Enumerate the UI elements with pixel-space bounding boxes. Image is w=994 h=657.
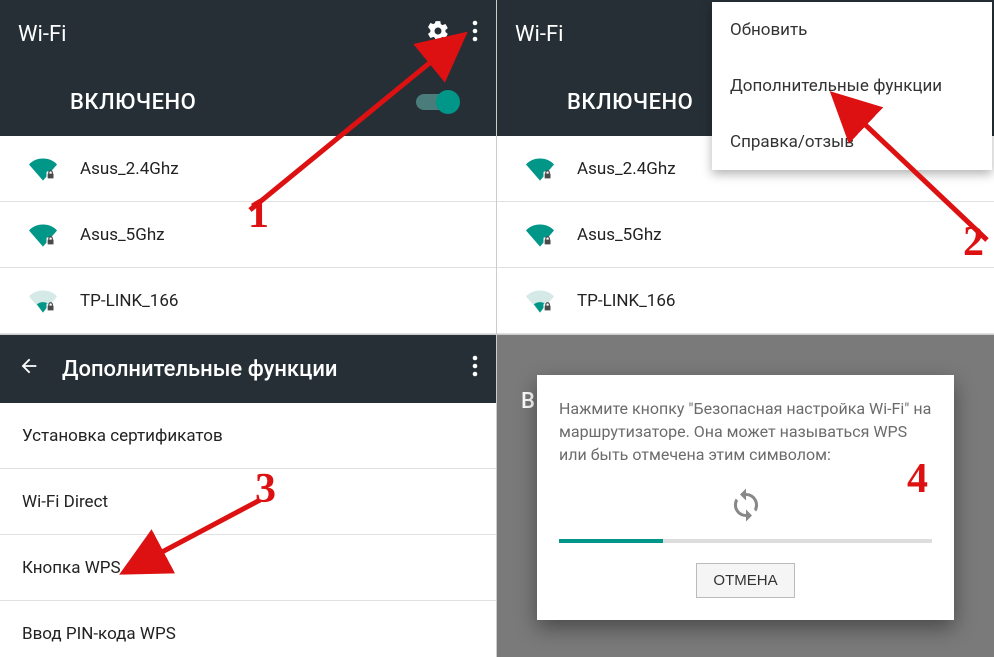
wifi-signal-icon: [515, 155, 565, 183]
panel-step-4: В Нажмите кнопку "Безопасная настройка W…: [497, 335, 994, 657]
back-icon[interactable]: [18, 355, 40, 383]
behind-dialog-text: В: [521, 389, 535, 414]
panel-step-3: Дополнительные функции Установка сертифи…: [0, 335, 497, 657]
annotation-step-number: 1: [248, 190, 269, 238]
advanced-options-list: Установка сертификатов Wi-Fi Direct Кноп…: [0, 403, 496, 657]
wifi-network-row[interactable]: TP-LINK_166: [0, 268, 496, 334]
option-install-certificates[interactable]: Установка сертификатов: [0, 403, 496, 469]
dialog-message: Нажмите кнопку "Безопасная настройка Wi-…: [559, 397, 932, 467]
wifi-toggle[interactable]: [416, 94, 456, 110]
wps-icon: [559, 467, 932, 539]
wifi-signal-icon: [515, 287, 565, 315]
more-icon[interactable]: [472, 355, 478, 383]
wifi-network-name: TP-LINK_166: [80, 291, 178, 311]
wifi-master-toggle-row[interactable]: ВКЛЮЧЕНО: [0, 68, 496, 136]
option-wifi-direct[interactable]: Wi-Fi Direct: [0, 469, 496, 535]
wifi-signal-icon: [515, 221, 565, 249]
wifi-signal-icon: [18, 287, 68, 315]
menu-item-help[interactable]: Справка/отзыв: [712, 114, 992, 170]
cancel-button[interactable]: ОТМЕНА: [696, 563, 794, 598]
annotation-step-number: 2: [963, 218, 984, 266]
wifi-network-name: Asus_5Ghz: [577, 225, 662, 245]
option-wps-button[interactable]: Кнопка WPS: [0, 535, 496, 601]
menu-item-advanced[interactable]: Дополнительные функции: [712, 58, 992, 114]
wifi-network-row[interactable]: Asus_5Ghz: [497, 202, 994, 268]
screen-title: Wi-Fi: [18, 22, 404, 47]
wifi-network-name: Asus_5Ghz: [80, 225, 165, 245]
option-wps-pin[interactable]: Ввод PIN-кода WPS: [0, 601, 496, 657]
more-icon[interactable]: [472, 20, 478, 48]
wifi-signal-icon: [18, 155, 68, 183]
advanced-header: Дополнительные функции: [0, 335, 496, 403]
panel-step-1: Wi-Fi ВКЛЮЧЕНО Asus_2.4Ghz Asus_5Ghz: [0, 0, 497, 335]
wifi-network-name: TP-LINK_166: [577, 291, 675, 311]
wps-dialog: Нажмите кнопку "Безопасная настройка Wi-…: [537, 375, 954, 620]
overflow-menu: Обновить Дополнительные функции Справка/…: [712, 2, 992, 170]
wifi-network-name: Asus_2.4Ghz: [577, 159, 676, 179]
annotation-step-number: 3: [255, 465, 276, 513]
panel-step-2: Wi-Fi ВКЛЮЧЕНО Asus_2.4Ghz Asus_5Ghz TP-…: [497, 0, 994, 335]
menu-item-refresh[interactable]: Обновить: [712, 2, 992, 58]
wifi-enabled-label: ВКЛЮЧЕНО: [40, 90, 416, 115]
progress-bar-fill: [559, 539, 663, 543]
wifi-header: Wi-Fi: [0, 0, 496, 68]
wifi-signal-icon: [18, 221, 68, 249]
progress-bar: [559, 539, 932, 543]
wifi-network-row[interactable]: TP-LINK_166: [497, 268, 994, 334]
gear-icon[interactable]: [426, 19, 450, 49]
screen-title: Дополнительные функции: [62, 357, 450, 382]
annotation-step-number: 4: [907, 455, 928, 503]
wifi-network-name: Asus_2.4Ghz: [80, 159, 179, 179]
